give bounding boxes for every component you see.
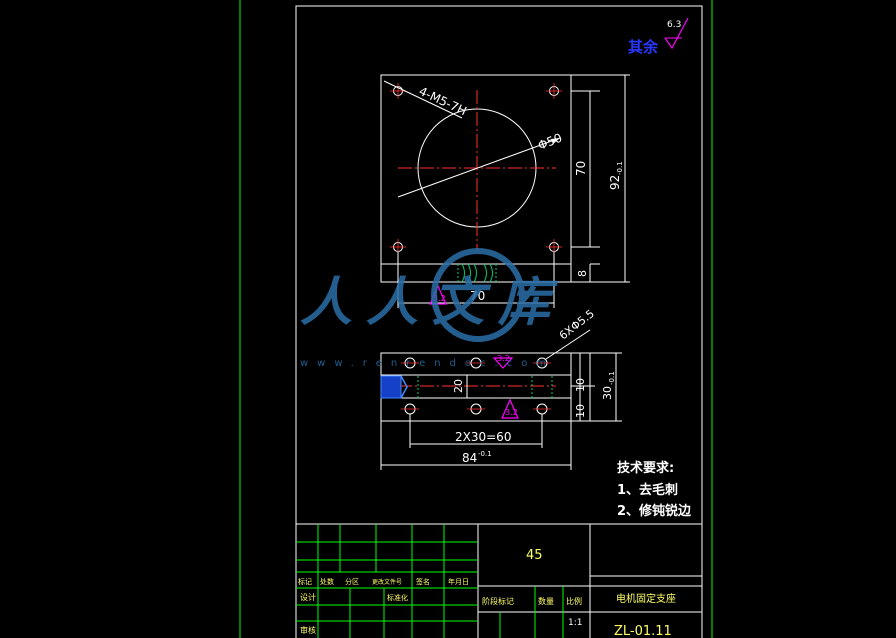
tb-stage-label: 阶段标记 (482, 596, 514, 606)
tb-material: 45 (526, 548, 543, 563)
tech-requirements: 技术要求: 1、去毛刺 2、修钝锐边 (617, 460, 692, 519)
watermark-logo: 人人文库 (300, 273, 564, 333)
side-dim-width-total: 84 (462, 451, 477, 465)
roughness-symbol: 其余 6.3 (628, 17, 689, 56)
roughness-label: 其余 (628, 38, 659, 56)
top-dim-height-inner: 70 (574, 161, 588, 176)
side-dim-left-b: 10 (574, 404, 587, 418)
side-dim-spacing: 2X30=60 (455, 430, 511, 444)
tech-item-1: 1、去毛刺 (617, 482, 678, 498)
tb-scale-value: 1:1 (568, 618, 582, 628)
top-dim-bottom: 8 (576, 270, 589, 277)
side-dim-inner-height: 20 (452, 379, 465, 393)
tb-header-2: 处数 (320, 577, 334, 586)
top-dim-height-total: 92 (608, 175, 622, 190)
top-dim-height-total-tol: -0.1 (616, 161, 624, 175)
tb-drawing-no: ZL-01.11 (614, 624, 672, 638)
tb-header-4: 更改文件号 (372, 578, 402, 586)
tb-header-5: 签名 (416, 577, 430, 586)
tb-qty-label: 数量 (538, 596, 554, 606)
side-finish-bottom: 3.2 (505, 408, 518, 417)
tb-row-design: 设计 (300, 592, 316, 602)
tb-header-1: 标记 (298, 577, 312, 586)
tech-title: 技术要求: (617, 460, 674, 476)
tb-row-standard: 标准化 (387, 593, 408, 602)
side-dim-width-tol: -0.1 (478, 450, 492, 458)
circle-diameter-label: Φ50 (536, 131, 564, 153)
side-dim-left-a: 10 (574, 378, 587, 392)
tb-header-6: 年月日 (448, 577, 469, 586)
tb-scale-label: 比例 (566, 596, 582, 606)
cad-drawing-canvas: 其余 6.3 4-M5-7H Φ50 70 92 -0.1 8 70 3.2 6… (239, 0, 713, 638)
tb-row-audit: 审核 (300, 625, 316, 635)
watermark: 人人文库 www.renrendoc.com (300, 248, 564, 369)
side-dim-height-total: 30 (601, 386, 614, 400)
top-hole-callout: 4-M5-7H (417, 84, 469, 118)
section-hatch (380, 375, 402, 399)
tb-header-3: 分区 (345, 577, 359, 586)
tb-part-name: 电机固定支座 (616, 592, 676, 605)
tech-item-2: 2、修钝锐边 (617, 503, 692, 519)
watermark-url: www.renrendoc.com (300, 358, 555, 369)
title-block: 标记 处数 分区 更改文件号 签名 年月日 设计 标准化 审核 阶段标记 数量 … (296, 523, 702, 638)
side-dim-height-tol: -0.1 (608, 371, 616, 385)
roughness-value: 6.3 (667, 20, 681, 30)
